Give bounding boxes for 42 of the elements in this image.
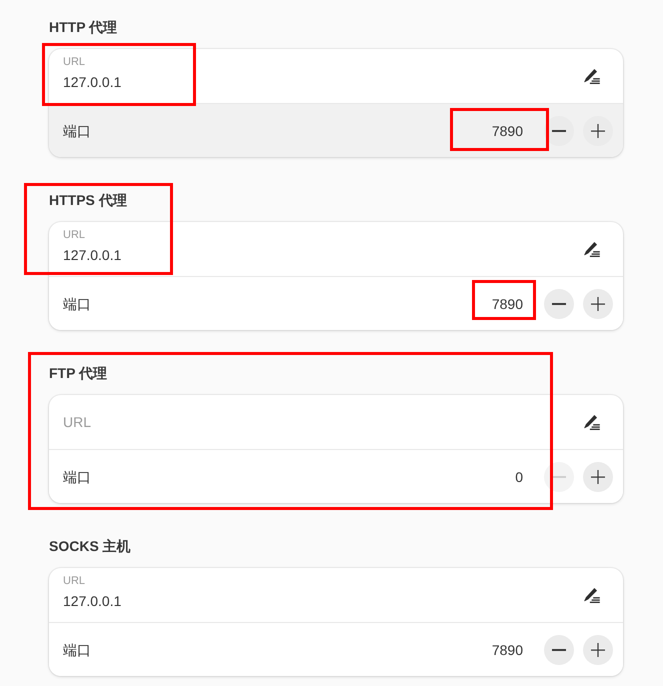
pencil-icon <box>584 588 600 602</box>
plus-icon <box>591 296 605 310</box>
field-label: URL <box>63 228 86 242</box>
increment-button[interactable] <box>583 288 613 318</box>
port-label: 端口 <box>63 468 91 486</box>
section-heading: HTTP 代理 <box>49 18 118 37</box>
decrement-button[interactable] <box>544 634 574 664</box>
decrement-button[interactable] <box>544 116 574 146</box>
port-value[interactable]: 7890 <box>492 640 523 658</box>
port-value[interactable]: 7890 <box>492 122 523 140</box>
pencil-icon <box>584 414 600 430</box>
port-label: 端口 <box>63 294 91 312</box>
url-field[interactable]: URL 127.0.0.1 <box>49 49 623 103</box>
url-field[interactable]: URL 127.0.0.1 <box>49 222 623 276</box>
field-label: URL <box>63 574 86 588</box>
field-value: 127.0.0.1 <box>63 73 122 91</box>
plus-icon <box>591 470 605 484</box>
plus-icon <box>591 124 605 138</box>
increment-button[interactable] <box>583 634 613 664</box>
increment-button[interactable] <box>583 462 613 492</box>
pencil-icon <box>584 68 600 84</box>
field-value: 127.0.0.1 <box>63 246 122 264</box>
minus-icon <box>552 130 566 132</box>
url-field[interactable]: URL 127.0.0.1 <box>49 568 623 622</box>
minus-icon <box>552 476 566 478</box>
section-heading: SOCKS 主机 <box>49 537 131 556</box>
port-value[interactable]: 7890 <box>492 294 523 312</box>
decrement-button[interactable] <box>544 288 574 318</box>
section-heading: HTTPS 代理 <box>49 191 127 210</box>
minus-icon <box>552 302 566 304</box>
section-heading: FTP 代理 <box>49 364 108 383</box>
minus-icon <box>552 648 566 650</box>
port-label: 端口 <box>63 122 91 140</box>
field-label: URL <box>63 413 92 431</box>
increment-button[interactable] <box>583 116 613 146</box>
field-label: URL <box>63 55 86 69</box>
port-label: 端口 <box>63 640 91 658</box>
pencil-icon <box>584 242 600 256</box>
field-value: 127.0.0.1 <box>63 592 122 610</box>
plus-icon <box>591 642 605 656</box>
annotation-frame <box>472 280 536 320</box>
port-value[interactable]: 0 <box>515 468 523 486</box>
